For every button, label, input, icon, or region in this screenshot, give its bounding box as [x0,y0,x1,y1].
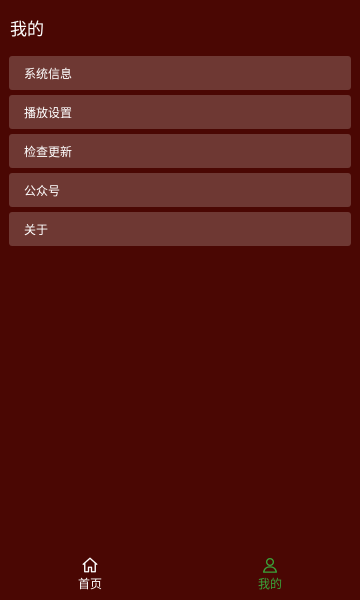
menu-item-label: 系统信息 [24,66,73,81]
menu-item-check-update[interactable]: 检查更新 [9,134,351,168]
tab-home[interactable]: 首页 [0,550,180,600]
menu-item-label: 关于 [24,222,49,237]
menu-item-playback-settings[interactable]: 播放设置 [9,95,351,129]
page-title: 我的 [10,20,44,40]
bottom-tab-bar: 首页 我的 [0,550,360,600]
menu-item-label: 检查更新 [24,144,73,159]
home-icon [82,557,98,573]
tab-home-label: 首页 [77,577,102,591]
user-icon [262,557,278,573]
settings-menu: 系统信息 播放设置 检查更新 公众号 关于 [9,56,351,251]
tab-mine-label: 我的 [257,577,282,591]
menu-item-system-info[interactable]: 系统信息 [9,56,351,90]
menu-item-label: 公众号 [24,183,61,198]
mine-screen: 我的 系统信息 播放设置 检查更新 公众号 关于 首页 我的 [0,0,360,600]
menu-item-official-account[interactable]: 公众号 [9,173,351,207]
menu-item-label: 播放设置 [24,105,73,120]
tab-mine[interactable]: 我的 [180,550,360,600]
menu-item-about[interactable]: 关于 [9,212,351,246]
